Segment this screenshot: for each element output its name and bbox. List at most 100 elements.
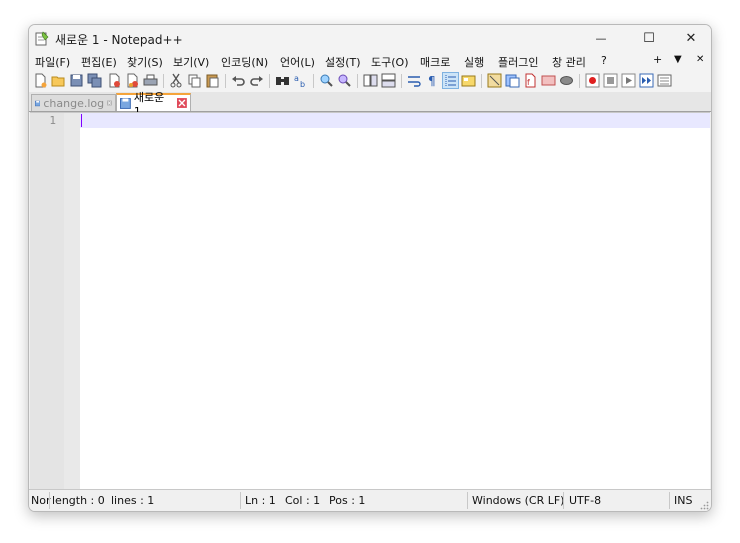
save-macro-icon[interactable] <box>657 73 672 88</box>
status-pos: Pos : 1 <box>329 494 366 507</box>
chevron-down-icon[interactable]: ▼ <box>674 54 682 65</box>
print-icon[interactable] <box>143 73 158 88</box>
text-caret <box>81 114 82 127</box>
status-doc-type: Nor <box>31 494 51 507</box>
folder-workspace-icon[interactable]: f <box>523 73 538 88</box>
status-col: Col : 1 <box>285 494 321 507</box>
menu-tools[interactable]: 도구(O) <box>371 54 408 70</box>
toolbar-separator <box>269 74 270 88</box>
record-macro-icon[interactable] <box>585 73 600 88</box>
status-separator <box>467 492 468 509</box>
title-bar[interactable]: 새로운 1 - Notepad++ — ☐ ✕ <box>29 25 711 52</box>
status-length: length : 0 <box>52 494 105 507</box>
svg-text:f: f <box>527 78 530 87</box>
status-encoding[interactable]: UTF-8 <box>569 494 601 507</box>
run-macro-multiple-icon[interactable] <box>639 73 654 88</box>
menu-run[interactable]: 실행 <box>464 54 484 70</box>
status-ln: Ln : 1 <box>245 494 276 507</box>
maximize-button[interactable]: ☐ <box>627 25 671 52</box>
tab-close-icon[interactable] <box>177 98 187 108</box>
toolbar-separator <box>357 74 358 88</box>
toolbar-separator <box>225 74 226 88</box>
menu-search[interactable]: 찾기(S) <box>127 54 163 70</box>
tab-close-icon[interactable] <box>107 98 112 108</box>
editor-area[interactable]: 1 <box>30 112 710 489</box>
status-separator <box>49 492 50 509</box>
menu-language[interactable]: 언어(L) <box>280 54 315 70</box>
monitoring-icon[interactable] <box>541 73 556 88</box>
menu-plugins[interactable]: 플러그인 <box>498 54 538 70</box>
file-saved-icon <box>120 97 131 109</box>
toolbar-separator <box>481 74 482 88</box>
menu-window[interactable]: 창 관리 <box>552 54 586 70</box>
toolbar: ab ¶ f <box>29 70 711 92</box>
save-all-icon[interactable] <box>87 73 102 88</box>
tab-new-1[interactable]: 새로운 1 <box>116 91 191 118</box>
menu-edit[interactable]: 편집(E) <box>81 54 117 70</box>
doc-map-icon[interactable] <box>487 73 502 88</box>
tab-bar: change.log 새로운 1 <box>29 91 711 118</box>
find-icon[interactable] <box>275 73 290 88</box>
tab-change-log[interactable]: change.log <box>31 94 116 111</box>
status-separator <box>563 492 564 509</box>
menu-settings[interactable]: 설정(T) <box>325 54 361 70</box>
redo-icon[interactable] <box>249 73 264 88</box>
sync-vertical-icon[interactable] <box>363 73 378 88</box>
status-insert-mode[interactable]: INS <box>674 494 692 507</box>
toolbar-separator <box>401 74 402 88</box>
close-file-icon[interactable] <box>107 73 122 88</box>
menu-bar: 파일(F) 편집(E) 찾기(S) 보기(V) 인코딩(N) 언어(L) 설정(… <box>29 52 711 70</box>
svg-text:a: a <box>294 74 299 83</box>
sync-horizontal-icon[interactable] <box>381 73 396 88</box>
line-number-margin: 1 <box>30 113 64 489</box>
status-bar: Nor length : 0 lines : 1 Ln : 1 Col : 1 … <box>29 489 711 511</box>
menu-file[interactable]: 파일(F) <box>35 54 70 70</box>
resize-grip-icon[interactable] <box>700 501 709 510</box>
stop-record-icon[interactable] <box>603 73 618 88</box>
menu-help[interactable]: ? <box>601 54 607 67</box>
minimize-button[interactable]: — <box>579 25 623 52</box>
undo-icon[interactable] <box>231 73 246 88</box>
language-icon[interactable] <box>461 73 476 88</box>
replace-icon[interactable]: ab <box>293 73 308 88</box>
close-icon: ✕ <box>685 31 697 46</box>
current-line-highlight <box>80 113 710 128</box>
close-window-button[interactable]: ✕ <box>669 25 711 52</box>
cut-icon[interactable] <box>169 73 184 88</box>
tab-label: change.log <box>43 96 105 110</box>
window-title: 새로운 1 - Notepad++ <box>55 33 183 47</box>
notepadpp-window: 새로운 1 - Notepad++ — ☐ ✕ 파일(F) 편집(E) 찾기(S… <box>28 24 712 512</box>
paste-icon[interactable] <box>205 73 220 88</box>
line-number: 1 <box>49 114 56 127</box>
open-file-icon[interactable] <box>51 73 66 88</box>
minimize-icon: — <box>595 32 607 45</box>
indent-guide-icon[interactable] <box>442 72 459 89</box>
toolbar-separator <box>579 74 580 88</box>
file-saved-icon <box>35 100 41 106</box>
svg-text:b: b <box>300 80 305 88</box>
status-eol[interactable]: Windows (CR LF) <box>472 494 564 507</box>
console-icon[interactable] <box>559 73 574 88</box>
close-all-icon[interactable] <box>125 73 140 88</box>
show-all-chars-icon[interactable]: ¶ <box>425 73 440 88</box>
maximize-icon: ☐ <box>643 31 655 46</box>
play-macro-icon[interactable] <box>621 73 636 88</box>
copy-icon[interactable] <box>187 73 202 88</box>
word-wrap-icon[interactable] <box>407 73 422 88</box>
status-lines: lines : 1 <box>111 494 155 507</box>
menu-view[interactable]: 보기(V) <box>173 54 209 70</box>
zoom-out-icon[interactable] <box>337 73 352 88</box>
zoom-in-icon[interactable] <box>319 73 334 88</box>
add-tab-button[interactable]: + <box>653 53 662 66</box>
fold-margin[interactable] <box>64 113 80 489</box>
notepadpp-app-icon <box>35 31 49 46</box>
menu-encoding[interactable]: 인코딩(N) <box>221 54 268 70</box>
close-doc-button[interactable]: ✕ <box>696 54 704 65</box>
status-separator <box>240 492 241 509</box>
menu-macro[interactable]: 매크로 <box>420 54 450 70</box>
toolbar-separator <box>163 74 164 88</box>
save-icon[interactable] <box>69 73 84 88</box>
function-list-icon[interactable] <box>505 73 520 88</box>
svg-text:¶: ¶ <box>428 74 436 88</box>
new-file-icon[interactable] <box>33 73 48 88</box>
